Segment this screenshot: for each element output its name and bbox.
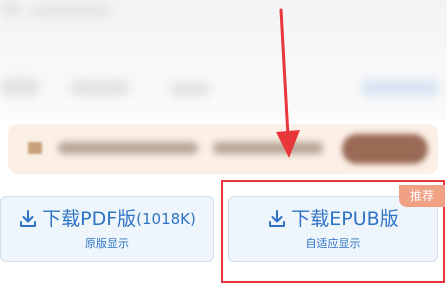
blurred-content [2,2,20,16]
blurred-notice-button[interactable] [342,134,428,164]
blurred-notice-text [58,142,198,154]
download-pdf-size: (1018K) [136,210,196,228]
download-pdf-subtitle: 原版显示 [85,237,129,250]
blurred-header-area [0,0,447,120]
recommended-badge: 推荐 [399,185,445,207]
blurred-content [30,6,110,16]
blurred-notice-text [213,142,323,154]
blurred-content [0,78,40,96]
blurred-content [360,80,440,96]
download-pdf-button[interactable]: 下载PDF版 (1018K) 原版显示 [0,196,214,262]
blurred-content [70,80,130,96]
download-pdf-label: 下载PDF版 [42,208,137,230]
blurred-content [170,82,210,96]
download-icon [20,210,37,227]
notice-icon [28,142,42,154]
download-pdf-main: 下载PDF版 (1018K) [18,207,196,231]
notice-banner [8,124,438,174]
